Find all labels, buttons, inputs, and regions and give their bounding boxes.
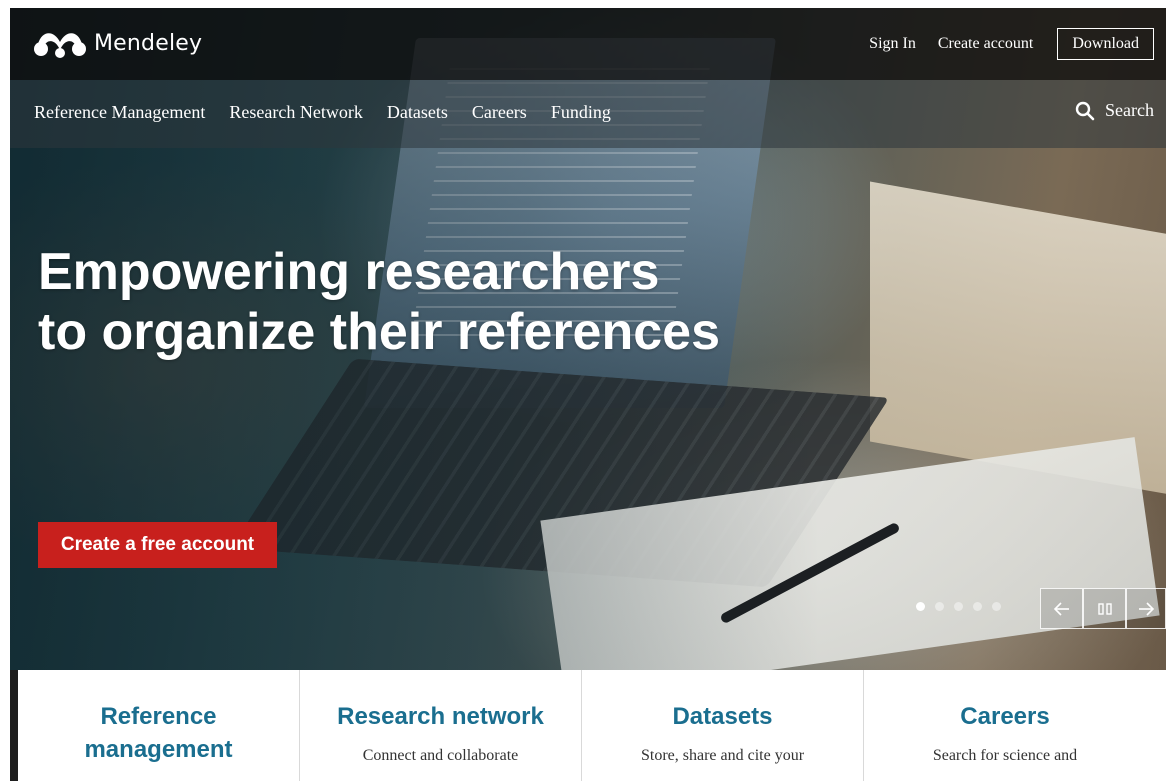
carousel-dot-1[interactable] <box>916 602 925 611</box>
search-button[interactable]: Search <box>1075 100 1154 121</box>
carousel-pause-button[interactable] <box>1083 588 1126 629</box>
nav-item-datasets[interactable]: Datasets <box>387 102 448 123</box>
feature-card-reference-management[interactable]: Reference management <box>18 670 300 781</box>
nav-item-careers[interactable]: Careers <box>472 102 527 123</box>
search-icon <box>1075 101 1095 120</box>
create-free-account-button[interactable]: Create a free account <box>38 522 277 568</box>
card-description: Connect and collaborate <box>362 747 519 764</box>
logo[interactable]: Mendeley <box>32 26 202 60</box>
carousel-next-button[interactable] <box>1126 588 1166 629</box>
nav-item-funding[interactable]: Funding <box>551 102 611 123</box>
carousel-dot-5[interactable] <box>992 602 1001 611</box>
hero-headline-line-2: to organize their references <box>38 303 720 361</box>
card-title: Datasets <box>672 703 773 730</box>
carousel-dot-4[interactable] <box>973 602 982 611</box>
account-links: Sign In Create account Download <box>847 28 1154 60</box>
hero-headline-line-1: Empowering researchers <box>38 243 660 301</box>
carousel-dot-2[interactable] <box>935 602 944 611</box>
card-title: Careers <box>960 703 1050 730</box>
feature-card-datasets[interactable]: Datasets Store, share and cite your <box>582 670 864 781</box>
carousel-prev-button[interactable] <box>1040 588 1083 629</box>
mendeley-logo-icon <box>34 33 86 58</box>
nav-item-research-network[interactable]: Research Network <box>229 102 362 123</box>
arrow-left-icon <box>1053 601 1069 616</box>
left-edge-strip <box>10 670 18 781</box>
card-title: Reference management <box>84 703 233 763</box>
brand-name: Mendeley <box>94 30 203 56</box>
feature-card-research-network[interactable]: Research network Connect and collaborate <box>300 670 582 781</box>
feature-cards: Reference management Research network Co… <box>18 670 1166 781</box>
hero-headline: Empowering researchers to organize their… <box>38 242 798 362</box>
card-description: Store, share and cite your <box>640 747 805 764</box>
nav-items: Reference Management Research Network Da… <box>34 102 635 123</box>
hero-banner: Mendeley Sign In Create account Download… <box>10 8 1166 670</box>
main-nav: Reference Management Research Network Da… <box>10 80 1166 148</box>
nav-item-reference-management[interactable]: Reference Management <box>34 102 205 123</box>
arrow-right-icon <box>1139 601 1155 616</box>
top-bar: Mendeley Sign In Create account Download <box>10 8 1166 80</box>
create-account-link[interactable]: Create account <box>938 35 1034 53</box>
search-label: Search <box>1105 100 1154 120</box>
download-button[interactable]: Download <box>1057 28 1154 60</box>
carousel-dot-3[interactable] <box>954 602 963 611</box>
pause-icon <box>1097 602 1112 615</box>
card-description: Search for science and <box>932 747 1078 764</box>
card-title: Research network <box>337 703 544 730</box>
feature-card-careers[interactable]: Careers Search for science and <box>864 670 1146 781</box>
carousel-dots <box>916 602 1011 611</box>
sign-in-link[interactable]: Sign In <box>869 35 916 53</box>
